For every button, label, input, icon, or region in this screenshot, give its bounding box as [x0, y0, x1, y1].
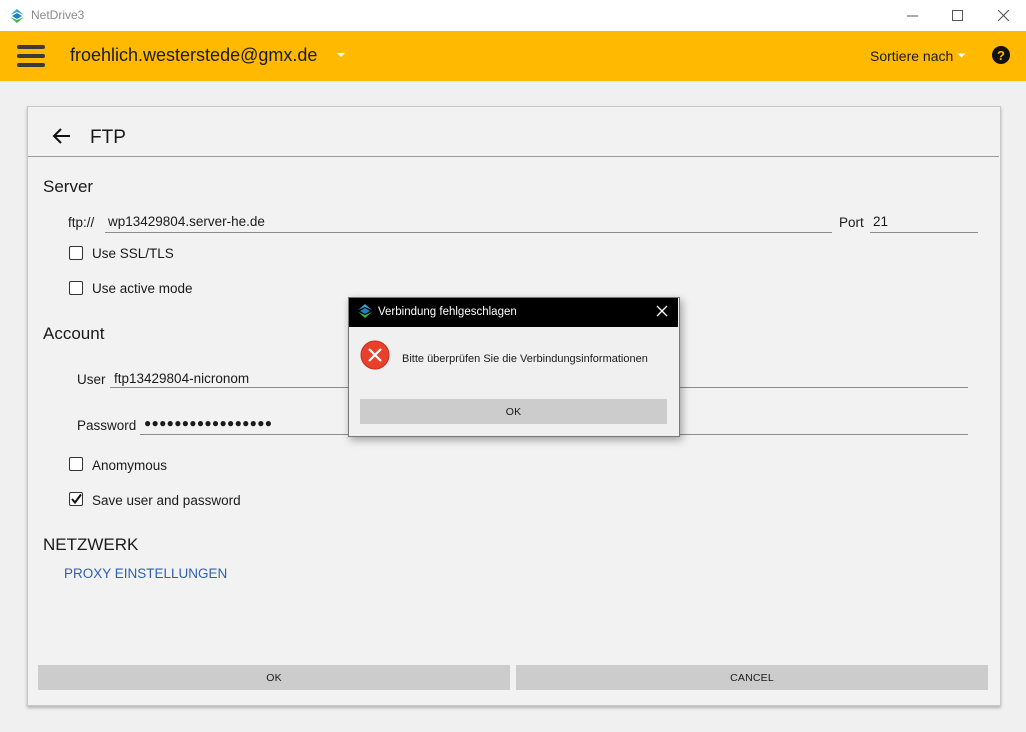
chevron-down-icon[interactable] [336, 51, 346, 59]
port-input-underline [870, 232, 978, 233]
password-input[interactable]: ●●●●●●●●●●●●●●●●● [144, 416, 272, 430]
anonymous-checkbox[interactable] [69, 457, 83, 471]
sort-chevron-down-icon[interactable] [957, 52, 966, 59]
help-icon[interactable]: ? [992, 46, 1010, 64]
netdrive-logo-icon [358, 304, 372, 318]
port-label: Port [839, 215, 864, 230]
hamburger-menu-icon[interactable] [17, 44, 47, 68]
host-input-underline [105, 232, 832, 233]
help-glyph: ? [997, 47, 1005, 63]
ftp-prefix-label: ftp:// [68, 215, 95, 230]
password-label: Password [77, 418, 137, 433]
minimize-button[interactable] [889, 0, 935, 31]
user-label: User [77, 372, 106, 387]
dialog-ok-button[interactable]: OK [360, 399, 667, 424]
dialog-title: Verbindung fehlgeschlagen [378, 306, 517, 318]
port-input[interactable]: 21 [873, 214, 888, 229]
maximize-button[interactable] [934, 0, 980, 31]
active-mode-checkbox-label: Use active mode [92, 281, 193, 296]
window-titlebar: NetDrive3 [0, 0, 1026, 31]
arrow-left-icon[interactable] [52, 126, 72, 146]
window-title: NetDrive3 [31, 8, 85, 22]
close-window-button[interactable] [980, 0, 1026, 31]
checkmark-icon [71, 493, 82, 505]
user-input[interactable]: ftp13429804-nicronom [114, 371, 249, 386]
server-section-title: Server [43, 177, 94, 196]
ssl-checkbox[interactable] [69, 246, 83, 260]
title-divider [28, 156, 999, 157]
dialog-message: Bitte überprüfen Sie die Verbindungsinfo… [402, 353, 648, 365]
cancel-button[interactable]: CANCEL [516, 665, 988, 690]
save-credentials-checkbox[interactable] [69, 492, 83, 506]
sort-dropdown[interactable]: Sortiere nach [870, 48, 953, 64]
network-section-title: NETZWERK [43, 535, 139, 554]
ok-button[interactable]: OK [38, 665, 510, 690]
anonymous-checkbox-label: Anomymous [92, 458, 168, 473]
ssl-checkbox-label: Use SSL/TLS [92, 246, 174, 261]
error-circle-icon [360, 340, 390, 370]
save-credentials-checkbox-label: Save user and password [92, 493, 241, 508]
account-section-title: Account [43, 324, 105, 343]
active-mode-checkbox[interactable] [69, 281, 83, 295]
account-selector[interactable]: froehlich.westerstede@gmx.de [70, 45, 317, 66]
minimize-icon [906, 15, 918, 17]
host-input[interactable]: wp13429804.server-he.de [108, 214, 265, 229]
app-header: froehlich.westerstede@gmx.de Sortiere na… [0, 31, 1026, 81]
page-title: FTP [90, 127, 126, 148]
maximize-icon [951, 10, 963, 21]
close-icon [997, 10, 1009, 21]
dialog-close-icon[interactable] [655, 304, 669, 318]
proxy-settings-link[interactable]: PROXY EINSTELLUNGEN [64, 566, 227, 581]
netdrive-logo-icon [10, 9, 24, 23]
